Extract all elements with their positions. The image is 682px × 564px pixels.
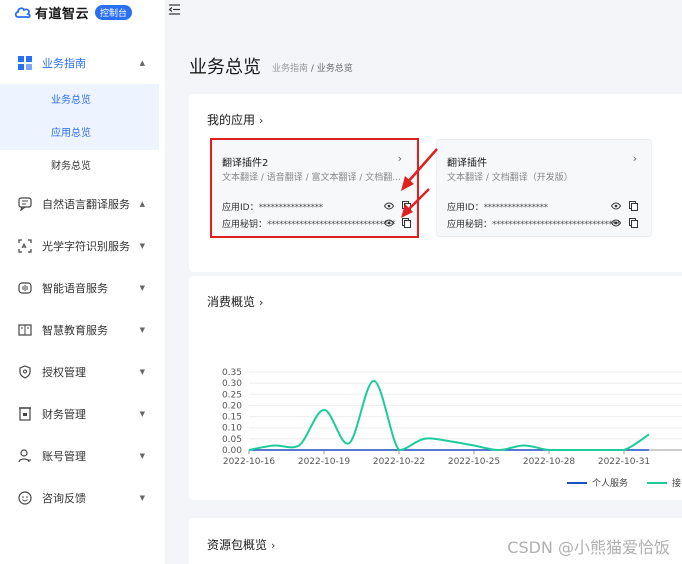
sidebar-item-label: 授权管理	[42, 366, 86, 379]
watermark: CSDN @小熊猫爱恰饭	[507, 538, 670, 557]
caret-down-icon: ▼	[139, 452, 145, 460]
app-id-value: ****************	[483, 203, 549, 213]
sidebar-item-voice[interactable]: 智能语音服务 ▼	[0, 267, 165, 309]
app-key-label: 应用秘钥：	[447, 220, 493, 230]
x-tick-label: 2022-10-16	[223, 457, 276, 467]
sidebar-item-ocr[interactable]: 光学字符识别服务 ▼	[0, 225, 165, 267]
sidebar-item-label: 光学字符识别服务	[42, 240, 130, 253]
app-card[interactable]: 翻译插件 › 文本翻译 / 文档翻译（开发版） 应用ID：***********…	[436, 139, 652, 237]
sidebar-item-label: 业务指南	[42, 57, 86, 70]
eye-icon[interactable]	[611, 219, 621, 227]
sidebar-item-nlp-translation[interactable]: 自然语言翻译服务 ▲	[0, 183, 165, 225]
copy-icon[interactable]	[629, 218, 638, 228]
voice-icon	[18, 281, 32, 295]
shield-icon	[18, 365, 32, 379]
breadcrumb: 业务指南 / 业务总览	[272, 61, 353, 74]
caret-down-icon: ▼	[139, 494, 145, 502]
scan-icon	[18, 239, 32, 253]
sidebar-item-account[interactable]: 账号管理 ▼	[0, 435, 165, 477]
x-tick-label: 2022-10-28	[523, 457, 576, 467]
series-line	[248, 379, 650, 452]
main-content: 业务总览 业务指南 / 业务总览 我的应用 › 翻译插件2 › 文本翻译 / 语音…	[165, 33, 682, 564]
resource-title-text: 资源包概览	[207, 538, 268, 552]
x-tick-label: 2022-10-19	[298, 457, 351, 467]
consumption-card: 消费概览 › 0.00 0.05 0.10 0.15 0.20 0.25 0.30 0.35 20…	[189, 276, 682, 500]
feedback-icon	[18, 491, 32, 505]
caret-down-icon: ▼	[139, 326, 145, 334]
app-key-row: 应用秘钥：********************************	[447, 217, 621, 230]
app-id-label: 应用ID：	[447, 203, 484, 213]
my-apps-title-text: 我的应用	[207, 113, 256, 127]
caret-up-icon: ▲	[139, 200, 145, 208]
eye-icon[interactable]	[611, 202, 621, 210]
y-tick-label: 0.15	[222, 413, 242, 423]
chevron-right-icon: ›	[259, 114, 264, 127]
finance-icon	[18, 407, 32, 421]
x-tick-label: 2022-10-31	[598, 457, 650, 467]
page-title: 业务总览	[189, 57, 261, 78]
legend-label: 接口服务	[672, 477, 682, 489]
sidebar-item-finance[interactable]: 财务管理 ▼	[0, 393, 165, 435]
breadcrumb-current: 业务总览	[316, 64, 353, 74]
sidebar-item-label: 账号管理	[42, 450, 86, 463]
y-tick-label: 0.25	[222, 390, 242, 400]
sidebar: 有道智云 控制台 业务指南 ▲ 业务总览 应用总览 财务总览 自然语言翻译服务 …	[0, 0, 165, 564]
copy-icon[interactable]	[629, 201, 638, 211]
y-tick-label: 0.00	[222, 446, 242, 456]
sidebar-item-label: 智能语音服务	[42, 282, 108, 295]
y-tick-label: 0.30	[222, 379, 242, 389]
chevron-right-icon[interactable]: ›	[633, 152, 637, 165]
grid-icon	[18, 56, 32, 70]
sidebar-subitem-business-overview[interactable]: 业务总览	[0, 84, 159, 117]
resource-title[interactable]: 资源包概览 ›	[207, 536, 275, 553]
app-name: 翻译插件	[447, 158, 487, 169]
y-tick-label: 0.10	[222, 424, 242, 434]
sidebar-item-authorization[interactable]: 授权管理 ▼	[0, 351, 165, 393]
caret-down-icon: ▼	[139, 410, 145, 418]
app-desc: 文本翻译 / 文档翻译（开发版）	[447, 173, 573, 183]
sidebar-item-education[interactable]: 智慧教育服务 ▼	[0, 309, 165, 351]
highlight-box	[210, 138, 419, 238]
sidebar-item-label: 咨询反馈	[42, 492, 86, 505]
caret-down-icon: ▼	[139, 284, 145, 292]
brand-logo[interactable]: 有道智云 控制台	[14, 2, 133, 22]
sidebar-subitem-app-overview[interactable]: 应用总览	[0, 117, 159, 150]
caret-up-icon: ▲	[139, 59, 145, 67]
consumption-line-chart: 0.000.050.100.15 0.200.250.300.35 2022-10-…	[222, 368, 682, 489]
y-tick-label: 0.20	[222, 401, 242, 411]
cloud-logo-icon	[14, 7, 31, 19]
legend-label: 个人服务	[592, 477, 628, 489]
sidebar-item-label: 财务管理	[42, 408, 86, 421]
y-tick-label: 0.05	[222, 435, 242, 445]
x-tick-label: 2022-10-22	[373, 457, 425, 467]
caret-down-icon: ▼	[139, 242, 145, 250]
chevron-right-icon: ›	[271, 539, 276, 552]
sidebar-item-feedback[interactable]: 咨询反馈 ▼	[0, 477, 165, 519]
user-icon	[18, 449, 32, 463]
sidebar-item-label: 智慧教育服务	[42, 324, 108, 337]
collapse-sidebar-icon[interactable]	[168, 4, 180, 18]
caret-down-icon: ▼	[139, 368, 145, 376]
sidebar-item-business-guide[interactable]: 业务指南 ▲	[0, 42, 165, 84]
book-icon	[18, 323, 32, 337]
breadcrumb-separator: /	[308, 64, 317, 74]
console-badge: 控制台	[95, 4, 133, 20]
app-id-row: 应用ID：****************	[447, 200, 548, 213]
app-key-value: ********************************	[492, 220, 621, 230]
my-apps-title[interactable]: 我的应用 ›	[207, 111, 263, 128]
chat-translate-icon	[18, 197, 32, 211]
annotation-arrow-icon	[401, 148, 438, 218]
sidebar-item-label: 自然语言翻译服务	[42, 198, 130, 211]
breadcrumb-link[interactable]: 业务指南	[272, 64, 308, 74]
sidebar-subitem-finance-overview[interactable]: 财务总览	[0, 150, 159, 183]
sidebar-menu: 业务指南 ▲ 业务总览 应用总览 财务总览 自然语言翻译服务 ▲ 光学字符识别服…	[0, 42, 165, 519]
brand-name: 有道智云	[35, 6, 90, 22]
y-tick-label: 0.35	[222, 368, 242, 378]
x-tick-label: 2022-10-25	[448, 457, 500, 467]
